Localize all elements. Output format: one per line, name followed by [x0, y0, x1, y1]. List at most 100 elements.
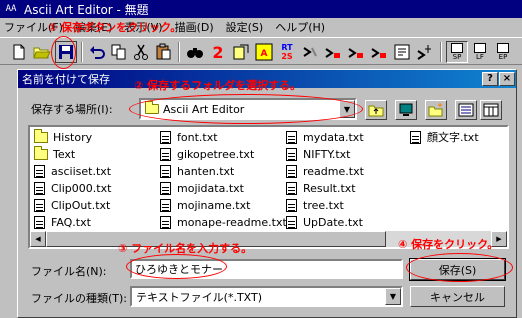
toolbar-separator: [178, 42, 180, 62]
rt-bottom-label: 2S: [281, 52, 293, 61]
file-name: 顔文字.txt: [427, 131, 479, 144]
list-item[interactable]: 顔文字.txt: [410, 129, 479, 145]
cut-icon[interactable]: [130, 41, 152, 63]
file-name: tree.txt: [303, 198, 344, 212]
list-view-icon[interactable]: [455, 100, 477, 120]
open-folder-icon[interactable]: [31, 41, 53, 63]
text-icon[interactable]: A: [253, 41, 275, 63]
tool-3-icon[interactable]: [345, 41, 367, 63]
view-ep-icon[interactable]: EP: [492, 41, 514, 63]
menu-settings[interactable]: 設定(S): [222, 19, 268, 35]
file-name: asciiset.txt: [51, 164, 112, 178]
svg-text:A: A: [261, 49, 268, 59]
annotation-circle-save: [51, 36, 76, 69]
list-item[interactable]: UpDate.txt: [286, 214, 363, 230]
list-item[interactable]: readme.txt: [286, 163, 364, 179]
list-item[interactable]: gikopetree.txt: [160, 146, 254, 162]
app-icon: AA: [5, 4, 17, 14]
annotation-circle-filename: [126, 254, 227, 279]
toolbar-separator: [440, 42, 442, 62]
find-icon[interactable]: [184, 41, 206, 63]
list-item[interactable]: monape-readme.txt: [160, 214, 287, 230]
text-file-icon: [34, 164, 45, 178]
view-lf-icon[interactable]: LF: [469, 41, 491, 63]
list-item[interactable]: mojidata.txt: [160, 180, 244, 196]
annotation-step1: ① 保存ボタンをクリック。: [48, 21, 182, 34]
rt-icon[interactable]: RT 2S: [276, 41, 298, 63]
text-file-icon: [160, 198, 171, 212]
filetype-label: ファイルの種類(T):: [31, 292, 128, 305]
text-file-icon: [34, 215, 45, 229]
text-file-icon: [286, 164, 297, 178]
new-file-icon[interactable]: [8, 41, 30, 63]
paste-icon[interactable]: [152, 41, 174, 63]
list-item[interactable]: FAQ.txt: [34, 214, 91, 230]
number-2-icon[interactable]: 2: [207, 41, 229, 63]
tool-2-icon[interactable]: [322, 41, 344, 63]
list-item[interactable]: tree.txt: [286, 197, 344, 213]
dropdown-arrow-icon[interactable]: ▼: [385, 288, 401, 305]
file-name: monape-readme.txt: [177, 215, 287, 229]
file-name: readme.txt: [303, 164, 364, 178]
list-item[interactable]: mojiname.txt: [160, 197, 250, 213]
list-item[interactable]: NIFTY.txt: [286, 146, 350, 162]
details-view-icon[interactable]: [480, 100, 502, 120]
list-item[interactable]: Result.txt: [286, 180, 356, 196]
tool-6-icon[interactable]: [414, 41, 436, 63]
list-item[interactable]: Clip000.txt: [34, 180, 111, 196]
file-name: font.txt: [177, 130, 218, 144]
undo-icon[interactable]: [86, 41, 108, 63]
text-file-icon: [34, 198, 45, 212]
tool-1-icon[interactable]: [299, 41, 321, 63]
annotation-step2: ② 保存するフォルダを選択する。: [134, 79, 302, 92]
filetype-value: テキストファイル(*.TXT): [136, 290, 263, 304]
file-name: Text: [53, 147, 76, 161]
view-sp-label: SP: [452, 53, 462, 61]
list-item[interactable]: Text: [34, 145, 76, 162]
cancel-button[interactable]: キャンセル: [410, 286, 505, 307]
toolbar: 2 A RT 2S SP LF EP: [0, 37, 522, 65]
file-name: FAQ.txt: [51, 215, 91, 229]
list-item[interactable]: History: [34, 128, 93, 145]
scroll-left-icon[interactable]: ◀: [30, 231, 46, 247]
view-lf-label: LF: [476, 53, 484, 61]
up-folder-icon[interactable]: [365, 100, 387, 120]
view-sp-icon[interactable]: SP: [446, 41, 468, 63]
list-item[interactable]: hanten.txt: [160, 163, 234, 179]
file-name: NIFTY.txt: [303, 147, 351, 161]
list-item[interactable]: font.txt: [160, 129, 218, 145]
file-name: Clip000.txt: [51, 181, 112, 195]
new-folder-icon[interactable]: [425, 100, 447, 120]
text-file-icon: [160, 164, 171, 178]
file-name: UpDate.txt: [303, 215, 363, 229]
text-file-icon: [286, 198, 297, 212]
file-name: mojiname.txt: [177, 198, 251, 212]
menu-help[interactable]: ヘルプ(H): [271, 19, 329, 35]
rt-top-label: RT: [281, 43, 293, 52]
close-button[interactable]: ×: [499, 72, 515, 86]
copy-icon[interactable]: [108, 41, 130, 63]
list-item[interactable]: asciiset.txt: [34, 163, 111, 179]
tool-4-icon[interactable]: [368, 41, 390, 63]
text-file-icon: [160, 215, 171, 229]
box-icon[interactable]: [230, 41, 252, 63]
tool-5-icon[interactable]: [391, 41, 413, 63]
file-name: ClipOut.txt: [51, 198, 111, 212]
lookin-label: 保存する場所(I):: [31, 103, 113, 116]
file-name: mojidata.txt: [177, 181, 244, 195]
list-item[interactable]: ClipOut.txt: [34, 197, 110, 213]
filetype-select[interactable]: テキストファイル(*.TXT) ▼: [130, 286, 403, 307]
view-ep-glyph: [497, 43, 509, 53]
file-name: History: [53, 130, 93, 144]
file-list[interactable]: History Text asciiset.txt Clip000.txt Cl…: [28, 125, 509, 249]
text-file-icon: [286, 215, 297, 229]
filename-label: ファイル名(N):: [31, 265, 107, 278]
text-file-icon: [286, 147, 297, 161]
desktop-icon[interactable]: [395, 100, 417, 120]
list-item[interactable]: mydata.txt: [286, 129, 364, 145]
dialog-title: 名前を付けて保存: [22, 73, 110, 86]
folder-icon: [34, 128, 48, 143]
annotation-step4: ④ 保存をクリック。: [398, 238, 499, 251]
help-button[interactable]: ?: [482, 72, 498, 86]
app-titlebar: AA Ascii Art Editor - 無題: [0, 0, 522, 18]
